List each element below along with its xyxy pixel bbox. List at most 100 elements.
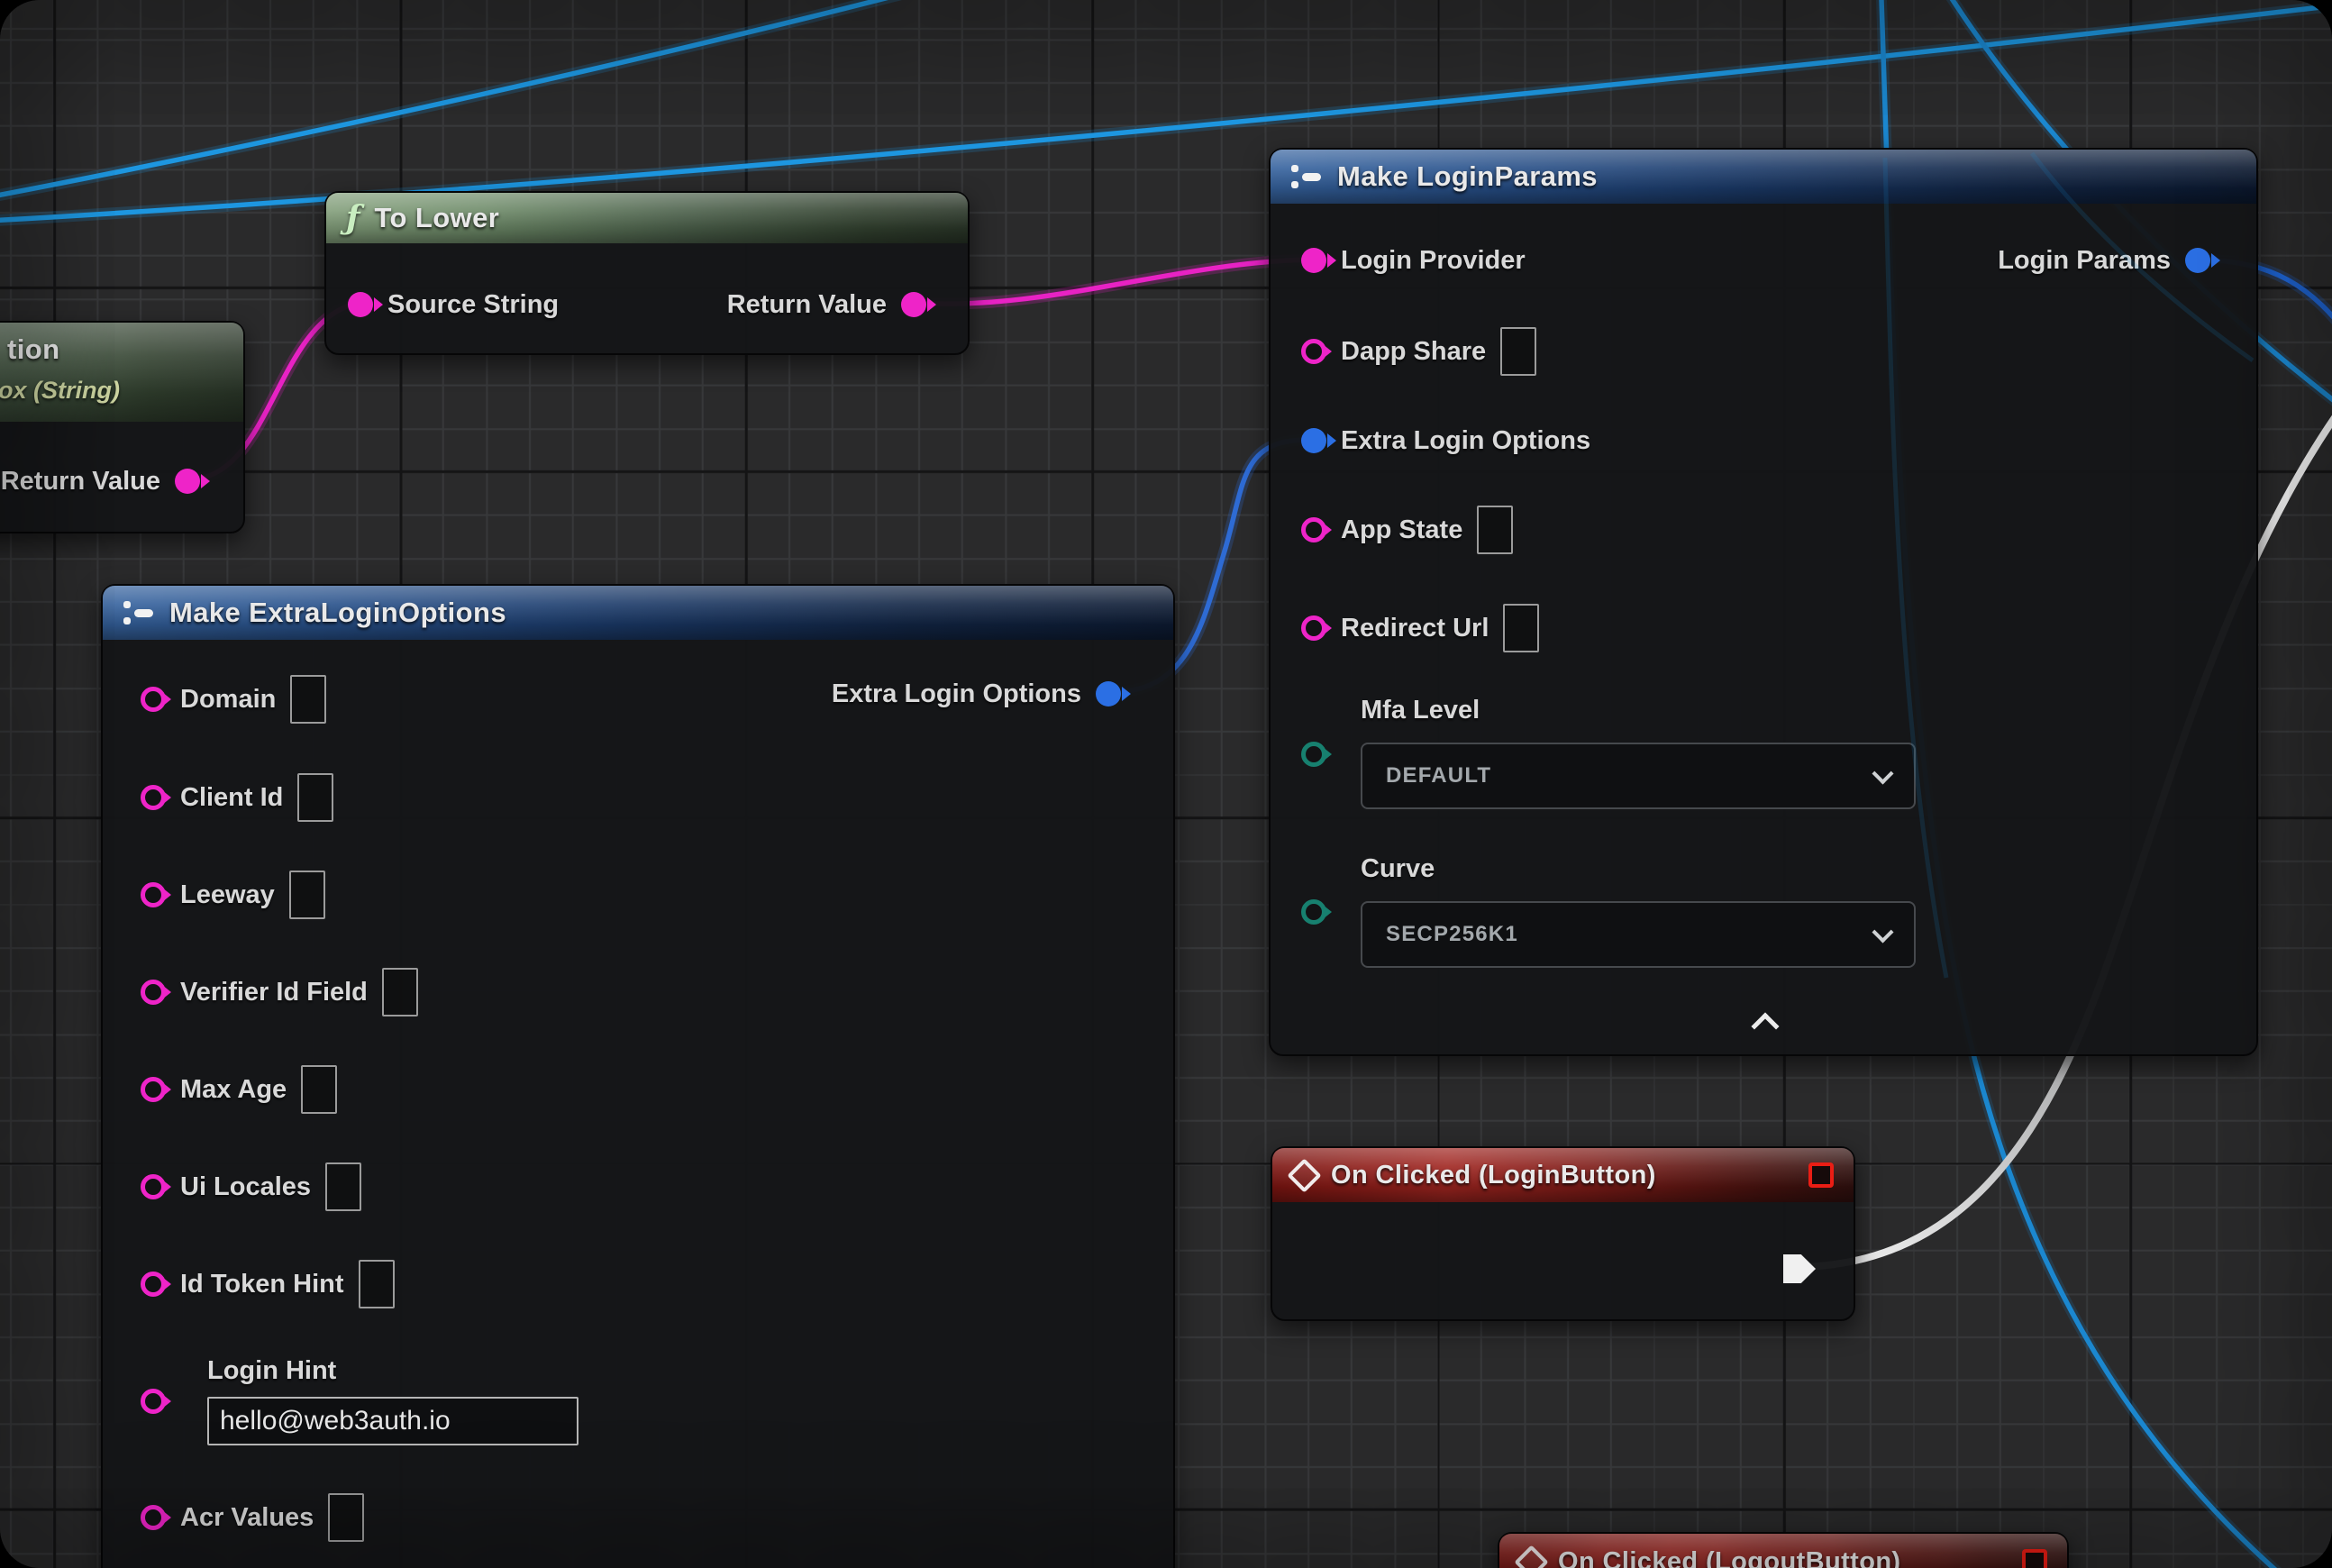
string-pin[interactable] [141, 785, 166, 810]
string-pin[interactable] [141, 980, 166, 1005]
string-pin[interactable] [141, 687, 166, 712]
pin-row-login-params-out: Login Params [1998, 235, 2210, 286]
exec-pin-out[interactable] [1783, 1254, 1816, 1283]
node-on-clicked-login-button[interactable]: On Clicked (LoginButton) [1271, 1146, 1855, 1321]
text-field-empty[interactable] [290, 675, 326, 724]
blueprint-editor-screen: tion ox (String) Return Value ƒ To Lower… [0, 0, 2332, 1568]
node-make-login-params[interactable]: Make LoginParams Login Provider Login Pa… [1269, 148, 2258, 1056]
pin-label: Dapp Share [1341, 337, 1486, 367]
pin-label: Acr Values [180, 1503, 314, 1533]
string-pin[interactable] [141, 1389, 166, 1414]
node-title: Make LoginParams [1337, 160, 1598, 193]
enum-pin[interactable] [1301, 742, 1326, 767]
node-make-extra-login-options-header[interactable]: Make ExtraLoginOptions [103, 586, 1173, 640]
chevron-down-icon [1872, 762, 1893, 784]
mfa-level-dropdown[interactable]: DEFAULT [1361, 743, 1916, 809]
pin-label: Login Provider [1341, 246, 1526, 276]
pin-label: Leeway [180, 880, 275, 910]
node-to-lower-header[interactable]: ƒ To Lower [326, 193, 968, 243]
pin-label: Id Token Hint [180, 1270, 344, 1299]
text-field-empty[interactable] [297, 773, 333, 822]
pin-label: Redirect Url [1341, 614, 1489, 643]
pin-row-id-token-hint: Id Token Hint [141, 1259, 395, 1309]
node-title: On Clicked (LoginButton) [1331, 1161, 1656, 1190]
text-field-empty[interactable] [1503, 604, 1539, 652]
node-on-clicked-logout-button[interactable]: On Clicked (LogoutButton) [1498, 1532, 2069, 1568]
wire-return-value-to-login-provider[interactable] [912, 260, 1308, 304]
pin-row-leeway: Leeway [141, 870, 325, 920]
pin-row-source-string: Source String [348, 279, 559, 330]
pin-label: Max Age [180, 1075, 287, 1105]
dropdown-value: SECP256K1 [1386, 922, 1518, 947]
pin-label: Extra Login Options [1341, 426, 1590, 456]
node-partial-function-header[interactable]: tion ox (String) [0, 323, 243, 422]
dropdown-value: DEFAULT [1386, 763, 1491, 789]
pin-label: Login Params [1998, 246, 2171, 276]
node-title: tion [7, 333, 59, 366]
pin-row-return-value: Return Value [727, 279, 926, 330]
text-field-empty[interactable] [359, 1260, 395, 1308]
text-field-empty[interactable] [1477, 506, 1513, 554]
pin-row-extra-login-options-out: Extra Login Options [832, 669, 1121, 719]
string-pin[interactable] [141, 1272, 166, 1297]
pin-row-login-provider: Login Provider [1301, 235, 1526, 286]
pin-row-return-value: Return Value [1, 456, 200, 506]
node-on-clicked-login-header[interactable]: On Clicked (LoginButton) [1272, 1148, 1854, 1202]
string-pin[interactable] [141, 1505, 166, 1530]
enum-pin[interactable] [1301, 899, 1326, 925]
pin-label: Ui Locales [180, 1172, 311, 1202]
struct-pin-out[interactable] [1096, 681, 1121, 707]
wire-blue-diagonal-1[interactable] [0, 0, 982, 200]
pin-label: Source String [387, 290, 559, 320]
node-to-lower[interactable]: ƒ To Lower Source String Return Value [324, 191, 970, 355]
delegate-pin[interactable] [2022, 1549, 2047, 1568]
string-pin[interactable] [1301, 517, 1326, 542]
text-field-empty[interactable] [325, 1162, 361, 1211]
pin-label: Client Id [180, 783, 283, 813]
curve-dropdown[interactable]: SECP256K1 [1361, 901, 1916, 968]
text-field-empty[interactable] [328, 1493, 364, 1542]
node-make-login-params-header[interactable]: Make LoginParams [1271, 150, 2256, 204]
text-field-empty[interactable] [289, 871, 325, 919]
pin-label: Extra Login Options [832, 679, 1081, 709]
node-title: On Clicked (LogoutButton) [1558, 1547, 1901, 1568]
pin-label: Return Value [1, 467, 160, 497]
pin-label: Return Value [727, 290, 887, 320]
string-pin[interactable] [1301, 615, 1326, 641]
pin-label: Login Hint [207, 1356, 336, 1386]
make-struct-icon [1290, 161, 1323, 192]
node-partial-function[interactable]: tion ox (String) Return Value [0, 321, 245, 533]
string-pin[interactable] [141, 1174, 166, 1199]
delegate-pin[interactable] [1808, 1162, 1834, 1188]
node-on-clicked-logout-header[interactable]: On Clicked (LogoutButton) [1499, 1534, 2067, 1568]
string-pin[interactable] [1301, 339, 1326, 364]
node-subtitle: ox (String) [0, 377, 120, 405]
string-pin[interactable] [141, 882, 166, 907]
event-icon [1287, 1158, 1321, 1192]
string-pin-in[interactable] [1301, 248, 1326, 273]
event-icon [1514, 1545, 1548, 1568]
string-pin[interactable] [141, 1077, 166, 1102]
pin-row-dapp-share: Dapp Share [1301, 326, 1536, 377]
pin-row-client-id: Client Id [141, 772, 333, 823]
pin-row-acr-values: Acr Values [141, 1492, 364, 1543]
pin-label: App State [1341, 515, 1462, 545]
string-pin-in[interactable] [348, 292, 373, 317]
node-make-extra-login-options[interactable]: Make ExtraLoginOptions Extra Login Optio… [101, 584, 1175, 1568]
string-pin-out[interactable] [901, 292, 926, 317]
login-hint-input[interactable]: hello@web3auth.io [207, 1397, 578, 1445]
struct-pin-in[interactable] [1301, 428, 1326, 453]
blueprint-graph-canvas[interactable]: tion ox (String) Return Value ƒ To Lower… [0, 0, 2332, 1568]
text-field-empty[interactable] [382, 968, 418, 1016]
make-struct-icon [123, 597, 155, 628]
pin-row-ui-locales: Ui Locales [141, 1162, 361, 1212]
text-field-empty[interactable] [1500, 327, 1536, 376]
string-pin-out[interactable] [175, 469, 200, 494]
collapse-node-button[interactable] [1751, 1012, 1779, 1040]
pin-row-verifier-id-field: Verifier Id Field [141, 967, 418, 1017]
pin-label: Mfa Level [1361, 696, 1480, 725]
struct-pin-out[interactable] [2185, 248, 2210, 273]
pin-label: Verifier Id Field [180, 978, 368, 1007]
pin-row-domain: Domain [141, 674, 326, 725]
text-field-empty[interactable] [301, 1065, 337, 1114]
